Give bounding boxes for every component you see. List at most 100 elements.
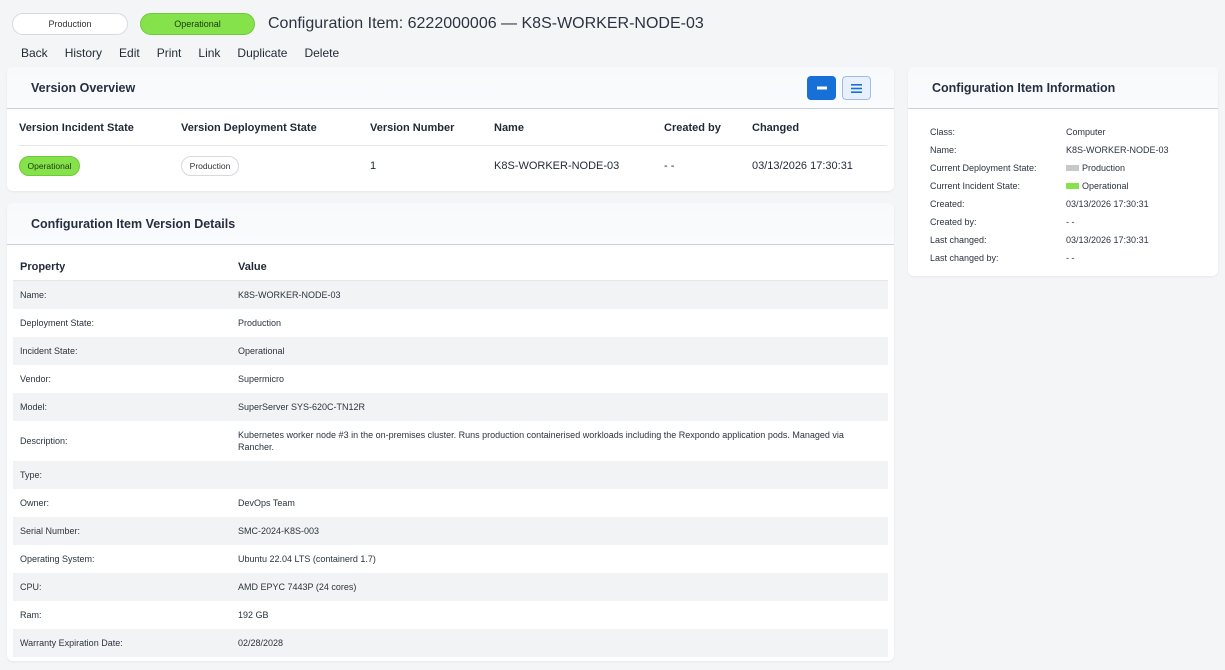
info-row-last-changed-by: Last changed by: - - — [930, 249, 1169, 267]
info-value: 03/13/2026 17:30:31 — [1066, 199, 1149, 209]
duplicate-button[interactable]: Duplicate — [237, 46, 287, 60]
info-value: K8S-WORKER-NODE-03 — [1066, 145, 1169, 155]
table-row: Deployment State: Production — [13, 309, 888, 337]
info-value-wrap: Production — [1066, 163, 1125, 173]
list-view-button[interactable] — [842, 76, 871, 100]
version-overview-title: Version Overview — [7, 67, 894, 109]
page-title: Configuration Item: 6222000006 — K8S-WOR… — [268, 15, 704, 32]
created-by: - - — [664, 160, 675, 172]
table-row: Operating System: Ubuntu 22.04 LTS (conta… — [13, 545, 888, 573]
property-label: CPU: — [20, 582, 42, 592]
property-value: Operational — [238, 346, 285, 356]
property-label: Incident State: — [20, 346, 78, 356]
column-header[interactable]: Version Number — [370, 122, 494, 134]
incident-state-badge: Operational — [19, 156, 80, 176]
version-number: 1 — [370, 160, 377, 172]
info-value-wrap: Operational — [1066, 181, 1129, 191]
info-row-created: Created: 03/13/2026 17:30:31 — [930, 195, 1169, 213]
property-label: Warranty Expiration Date: — [20, 638, 123, 648]
minus-icon — [816, 86, 827, 90]
info-row-created-by: Created by: - - — [930, 213, 1169, 231]
incident-state-pill: Operational — [140, 13, 255, 35]
incident-color-swatch — [1066, 183, 1079, 189]
view-toggle — [807, 76, 871, 100]
property-value: SMC-2024-K8S-003 — [238, 526, 320, 536]
version-name: K8S-WORKER-NODE-03 — [494, 160, 620, 172]
property-label: Operating System: — [20, 554, 95, 564]
print-button[interactable]: Print — [157, 46, 182, 60]
list-icon — [851, 83, 862, 93]
column-header[interactable]: Created by — [664, 122, 752, 134]
property-value: DevOps Team — [238, 498, 295, 508]
info-label: Created by: — [930, 217, 977, 227]
property-value: Supermicro — [238, 374, 285, 384]
property-value: Ubuntu 22.04 LTS (containerd 1.7) — [238, 554, 376, 564]
deployment-state-pill: Production — [12, 13, 128, 35]
delete-button[interactable]: Delete — [304, 46, 339, 60]
info-label: Created: — [930, 199, 965, 209]
version-details-card: Configuration Item Version Details Prope… — [7, 203, 894, 661]
ci-information-card: Configuration Item Information Class: Com… — [908, 67, 1218, 276]
table-row: Model: SuperServer SYS-620C-TN12R — [13, 393, 888, 421]
property-label: Ram: — [20, 610, 42, 620]
header-bar: Production Operational Configuration Ite… — [12, 13, 704, 35]
column-header: Value — [238, 260, 267, 273]
version-details-title: Configuration Item Version Details — [7, 203, 894, 245]
property-label: Type: — [20, 470, 43, 480]
table-row: Type: — [13, 461, 888, 489]
info-label: Last changed by: — [930, 253, 999, 263]
info-value: 03/13/2026 17:30:31 — [1066, 235, 1149, 245]
table-row: Incident State: Operational — [13, 337, 888, 365]
version-overview-table: Version Incident State Version Deploymen… — [19, 122, 887, 186]
table-row: Owner: DevOps Team — [13, 489, 888, 517]
info-label: Class: — [930, 127, 956, 137]
deployment-cell: Production — [181, 156, 370, 176]
column-header[interactable]: Version Incident State — [19, 122, 181, 134]
deployment-state-badge: Production — [181, 156, 239, 176]
back-button[interactable]: Back — [21, 46, 48, 60]
property-label: Deployment State: — [20, 318, 95, 328]
column-header[interactable]: Name — [494, 122, 664, 134]
property-label: Vendor: — [20, 374, 52, 384]
table-row: Ram: 192 GB — [13, 601, 888, 629]
info-label: Last changed: — [930, 235, 987, 245]
property-value: SuperServer SYS-620C-TN12R — [238, 402, 366, 412]
info-label: Current Deployment State: — [930, 163, 1037, 173]
table-row: Description: Kubernetes worker node #3 in… — [13, 421, 888, 461]
info-value: Production — [1082, 163, 1126, 173]
column-header[interactable]: Version Deployment State — [181, 122, 370, 134]
property-value: 02/28/2028 — [238, 638, 284, 648]
ci-information-title: Configuration Item Information — [908, 67, 1218, 109]
table-header: Version Incident State Version Deploymen… — [19, 122, 887, 146]
version-details-table: Property Value Name: K8S-WORKER-NODE-03 D… — [13, 253, 888, 657]
table-row: Name: K8S-WORKER-NODE-03 — [13, 281, 888, 309]
property-label: Model: — [20, 402, 48, 412]
table-row: Serial Number: SMC-2024-K8S-003 — [13, 517, 888, 545]
property-value: K8S-WORKER-NODE-03 — [238, 290, 341, 300]
edit-button[interactable]: Edit — [119, 46, 140, 60]
info-row-class: Class: Computer — [930, 123, 1169, 141]
info-value: - - — [1066, 253, 1075, 263]
link-button[interactable]: Link — [198, 46, 220, 60]
changed-date: 03/13/2026 17:30:31 — [752, 160, 853, 172]
property-value: AMD EPYC 7443P (24 cores) — [238, 582, 357, 592]
ci-information-list: Class: Computer Name: K8S-WORKER-NODE-03 C… — [930, 123, 1169, 267]
action-bar: Back History Edit Print Link Duplicate D… — [21, 46, 356, 60]
table-row: Vendor: Supermicro — [13, 365, 888, 393]
property-label: Name: — [20, 290, 47, 300]
details-rows: Name: K8S-WORKER-NODE-03 Deployment State… — [13, 281, 888, 657]
property-value: 192 GB — [238, 610, 269, 620]
info-value: - - — [1066, 217, 1075, 227]
property-label: Description: — [20, 436, 68, 446]
history-button[interactable]: History — [65, 46, 102, 60]
info-value: Computer — [1066, 127, 1106, 137]
incident-cell: Operational — [19, 156, 181, 176]
property-value: Kubernetes worker node #3 in the on-prem… — [238, 430, 844, 452]
collapse-button[interactable] — [807, 76, 836, 100]
deployment-color-swatch — [1066, 165, 1079, 171]
property-value: Production — [238, 318, 282, 328]
info-row-deployment-state: Current Deployment State: Production — [930, 159, 1169, 177]
table-row[interactable]: Operational Production 1 K8S-WORKER-NODE… — [19, 146, 887, 186]
info-value: Operational — [1082, 181, 1129, 191]
column-header[interactable]: Changed — [752, 122, 882, 134]
